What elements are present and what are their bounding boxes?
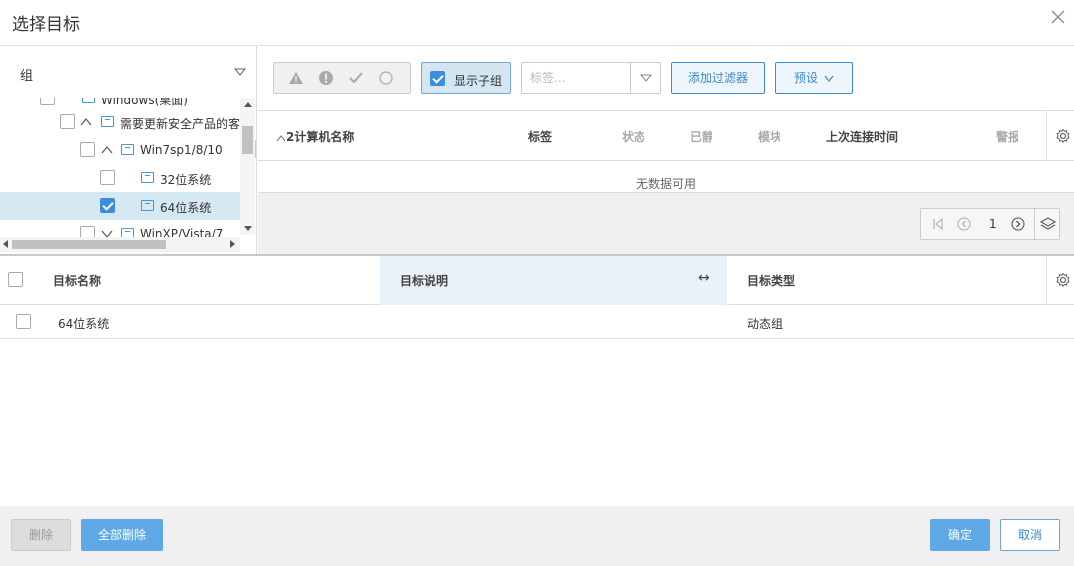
scroll-left-icon[interactable]	[3, 240, 8, 248]
tree-item-label: 64位系统	[160, 201, 212, 215]
chevron-up-icon[interactable]	[80, 116, 92, 128]
preset-button-label: 预设	[793, 71, 818, 85]
warning-icon[interactable]	[288, 70, 304, 86]
pagination: 1	[920, 208, 1060, 240]
gear-icon[interactable]	[1055, 128, 1071, 144]
tree-item-32bit[interactable]: 32位系统	[0, 164, 240, 192]
table-row[interactable]: 64位系统 动态组	[0, 305, 1074, 339]
column-muted[interactable]: 已静	[690, 128, 712, 145]
scroll-up-icon[interactable]	[244, 102, 252, 107]
divider	[630, 63, 631, 93]
delete-button[interactable]: 删除	[11, 519, 71, 551]
tree-item-64bit[interactable]: 64位系统	[0, 192, 240, 220]
target-name: 64位系统	[58, 317, 110, 331]
column-target-type[interactable]: 目标类型	[747, 272, 795, 289]
status-filter-group	[273, 62, 411, 94]
first-page-icon[interactable]	[931, 217, 945, 231]
select-all-checkbox[interactable]	[8, 272, 23, 287]
select-target-dialog: 选择目标 组 Windows(桌面) 需要更新安全产品的客 Win7sp1/8/…	[0, 0, 1074, 566]
tree-horizontal-scrollbar[interactable]	[0, 237, 240, 252]
tree-item-label: 需要更新安全产品的客	[120, 117, 240, 131]
scrollbar-thumb[interactable]	[242, 126, 253, 154]
layers-icon	[1040, 217, 1056, 230]
group-folder-icon	[141, 172, 154, 183]
column-last-connected[interactable]: 上次连接时间	[826, 128, 898, 145]
close-icon[interactable]	[1048, 9, 1068, 29]
empty-table-message: 无数据可用	[635, 177, 696, 191]
delete-all-button[interactable]: 全部删除	[81, 519, 163, 551]
column-modules[interactable]: 模块	[758, 128, 780, 145]
gear-icon[interactable]	[1055, 272, 1071, 288]
group-folder-icon	[121, 144, 134, 155]
tree-item-checkbox[interactable]	[100, 170, 115, 185]
chevron-up-icon[interactable]	[101, 144, 113, 156]
tree-item-label: Win7sp1/8/10	[140, 143, 223, 157]
group-folder-icon	[141, 200, 154, 211]
chevron-down-icon[interactable]	[640, 72, 652, 84]
dialog-footer: 删除 全部删除 确定 取消	[0, 506, 1074, 566]
target-table-header: 目标名称 目标说明 ↔ 目标类型	[0, 256, 1074, 305]
row-checkbox[interactable]	[16, 314, 31, 329]
tag-filter[interactable]	[521, 62, 661, 94]
tree-item-checkbox[interactable]	[80, 142, 95, 157]
show-subgroups-checkbox[interactable]	[430, 71, 445, 86]
check-icon[interactable]	[348, 70, 364, 86]
column-status[interactable]: 状态	[622, 128, 644, 145]
column-label: 2计算机名称	[286, 130, 355, 144]
tree-item-checkbox[interactable]	[40, 98, 55, 105]
dialog-title: 选择目标	[12, 15, 80, 35]
group-selector-label: 组	[20, 69, 34, 84]
scroll-down-icon[interactable]	[244, 226, 252, 231]
column-target-description[interactable]: 目标说明	[400, 272, 448, 289]
tree-item-checkbox[interactable]	[60, 114, 75, 129]
tag-input[interactable]	[522, 63, 630, 93]
group-tree-panel: 组 Windows(桌面) 需要更新安全产品的客 Win7sp1/8/10 32…	[0, 45, 257, 254]
scrollbar-thumb[interactable]	[12, 240, 166, 249]
add-filter-button[interactable]: 添加过滤器	[671, 62, 765, 94]
column-resize-icon[interactable]: ↔	[698, 270, 710, 286]
divider	[1046, 111, 1047, 161]
chevron-down-icon	[234, 68, 246, 76]
show-subgroups-label: 显示子组	[454, 74, 503, 88]
sort-ascending-icon	[276, 134, 286, 141]
divider	[1046, 256, 1047, 305]
pager-area: 1	[258, 193, 1074, 254]
tree-item-label: Windows(桌面)	[101, 98, 188, 107]
group-selector[interactable]: 组	[0, 46, 256, 98]
tree-item-winxp[interactable]: WinXP/Vista/7	[0, 220, 240, 238]
previous-page-icon[interactable]	[957, 217, 971, 231]
computer-toolbar: 显示子组 添加过滤器 预设	[258, 45, 1074, 109]
empty-table-row: 无数据可用	[258, 161, 1074, 193]
group-tree: Windows(桌面) 需要更新安全产品的客 Win7sp1/8/10 32位系…	[0, 98, 240, 238]
preset-button[interactable]: 预设	[775, 62, 853, 94]
show-subgroups-toggle[interactable]: 显示子组	[421, 62, 511, 94]
column-target-name[interactable]: 目标名称	[53, 272, 101, 289]
column-computer-name[interactable]: 2计算机名称	[276, 128, 354, 145]
circle-icon[interactable]	[378, 70, 394, 86]
group-folder-icon	[82, 98, 95, 103]
layers-button[interactable]	[1034, 209, 1060, 239]
ok-button[interactable]: 确定	[930, 519, 990, 551]
group-folder-icon	[101, 116, 114, 127]
current-page[interactable]: 1	[989, 217, 997, 231]
column-tags[interactable]: 标签	[528, 128, 552, 145]
target-type: 动态组	[747, 317, 784, 331]
column-alerts[interactable]: 警报	[996, 128, 1018, 145]
tree-item-needs-update[interactable]: 需要更新安全产品的客	[0, 108, 240, 136]
tree-item-win7[interactable]: Win7sp1/8/10	[0, 136, 240, 164]
error-icon[interactable]	[318, 70, 334, 86]
next-page-icon[interactable]	[1011, 217, 1025, 231]
computer-table-header: 2计算机名称 标签 状态 已静 模块 上次连接时间 警报	[258, 110, 1074, 161]
tree-item-label: 32位系统	[160, 173, 212, 187]
tree-vertical-scrollbar[interactable]	[240, 98, 255, 235]
cancel-button[interactable]: 取消	[1000, 519, 1060, 551]
scroll-right-icon[interactable]	[230, 240, 235, 248]
tree-item-checkbox[interactable]	[100, 198, 115, 213]
chevron-down-icon	[824, 75, 834, 82]
